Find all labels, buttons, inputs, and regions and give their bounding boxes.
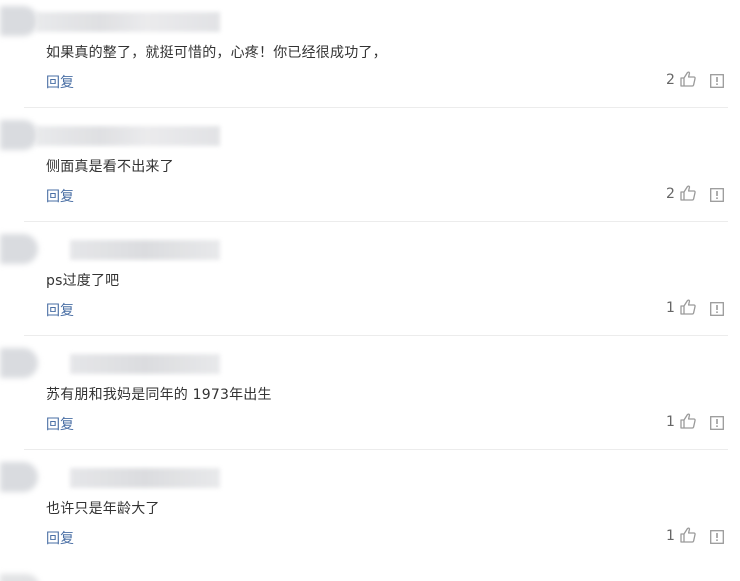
comment-text: 苏有朋和我妈是同年的 1973年出生	[46, 387, 272, 403]
avatar[interactable]	[0, 574, 40, 581]
thumbs-up-icon[interactable]	[679, 412, 697, 430]
report-icon[interactable]	[710, 74, 724, 88]
username-blurred[interactable]	[70, 468, 220, 488]
like-count: 2	[666, 72, 675, 88]
comment-item: 苏有朋和我妈是同年的 1973年出生 回复 1	[0, 336, 740, 450]
thumbs-up-icon[interactable]	[679, 184, 697, 202]
reply-button[interactable]: 回复	[46, 186, 74, 206]
reply-button[interactable]: 回复	[46, 528, 74, 548]
comment-item: 侧面真是看不出来了 回复 2	[0, 108, 740, 222]
username-blurred[interactable]	[70, 240, 220, 260]
thumbs-up-icon[interactable]	[679, 70, 697, 88]
report-icon[interactable]	[710, 416, 724, 430]
comment-text: 如果真的整了，就挺可惜的，心疼！你已经很成功了，	[46, 45, 387, 61]
report-icon[interactable]	[710, 530, 724, 544]
comment-item: ps过度了吧 回复 1	[0, 222, 740, 336]
thumbs-up-icon[interactable]	[679, 298, 697, 316]
comment-text: ps过度了吧	[46, 273, 120, 289]
comment-text: 侧面真是看不出来了	[46, 159, 174, 175]
username-blurred[interactable]	[70, 354, 220, 374]
thumbs-up-icon[interactable]	[679, 526, 697, 544]
comment-item: 也许只是年龄大了 回复 1	[0, 450, 740, 564]
report-icon[interactable]	[710, 302, 724, 316]
avatar[interactable]	[0, 120, 38, 150]
avatar[interactable]	[0, 6, 38, 36]
like-count: 2	[666, 186, 675, 202]
like-count: 1	[666, 414, 675, 430]
username-blurred[interactable]	[36, 12, 220, 32]
like-count: 1	[666, 528, 675, 544]
username-blurred[interactable]	[36, 126, 220, 146]
like-count: 1	[666, 300, 675, 316]
reply-button[interactable]: 回复	[46, 72, 74, 92]
reply-button[interactable]: 回复	[46, 300, 74, 320]
avatar[interactable]	[0, 234, 38, 264]
avatar[interactable]	[0, 348, 38, 378]
comment-list: 如果真的整了，就挺可惜的，心疼！你已经很成功了， 回复 2 侧面真是看不出来了 …	[0, 0, 740, 581]
avatar[interactable]	[0, 462, 38, 492]
report-icon[interactable]	[710, 188, 724, 202]
comment-text: 也许只是年龄大了	[46, 501, 160, 517]
reply-button[interactable]: 回复	[46, 414, 74, 434]
comment-item: 如果真的整了，就挺可惜的，心疼！你已经很成功了， 回复 2	[0, 0, 740, 108]
